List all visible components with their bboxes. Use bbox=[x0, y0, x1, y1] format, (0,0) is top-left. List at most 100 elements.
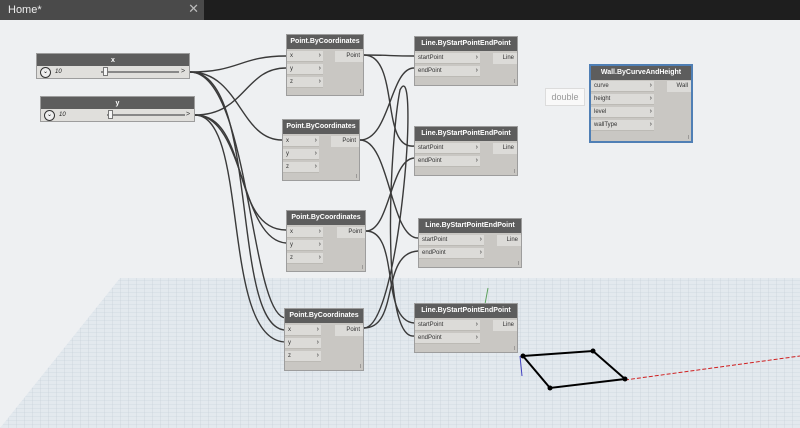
input-port-height[interactable]: height › bbox=[591, 94, 654, 105]
port-label: wallType bbox=[594, 122, 618, 128]
slider-row: ⌄ 10 > bbox=[41, 109, 194, 121]
wire bbox=[194, 114, 287, 231]
expand-toggle-icon[interactable]: ⌄ bbox=[44, 110, 55, 121]
wall-node[interactable]: Wall.ByCurveAndHeight curve › height › lev… bbox=[589, 64, 693, 143]
input-port-x[interactable]: x › bbox=[287, 227, 323, 238]
slider-track[interactable] bbox=[107, 114, 185, 116]
port-label: endPoint bbox=[422, 250, 446, 256]
input-port-startpoint[interactable]: startPoint › bbox=[419, 235, 484, 246]
input-port-endpoint[interactable]: endPoint › bbox=[415, 66, 480, 77]
node-title: Wall.ByCurveAndHeight bbox=[591, 66, 691, 80]
wire bbox=[359, 139, 419, 239]
node-footer: l bbox=[355, 174, 357, 180]
input-port-z[interactable]: z › bbox=[285, 351, 321, 362]
port-label: startPoint bbox=[418, 55, 444, 61]
input-port-level[interactable]: level › bbox=[591, 107, 654, 118]
chevron-right-icon: › bbox=[318, 241, 321, 248]
output-port-point[interactable]: Point bbox=[337, 227, 365, 238]
chevron-right-icon: › bbox=[479, 249, 482, 256]
tab-bar: Home* ✕ bbox=[0, 0, 800, 20]
port-label: y bbox=[286, 151, 289, 157]
wire bbox=[189, 71, 287, 331]
input-port-endpoint[interactable]: endPoint › bbox=[419, 248, 484, 259]
input-port-startpoint[interactable]: startPoint › bbox=[415, 53, 480, 64]
slider-track[interactable] bbox=[101, 71, 179, 73]
port-label: z bbox=[290, 255, 293, 261]
port-label: startPoint bbox=[422, 237, 448, 243]
input-port-z[interactable]: z › bbox=[287, 77, 323, 88]
line-node-4[interactable]: Line.ByStartPointEndPoint startPoint › en… bbox=[414, 303, 518, 353]
port-label: height bbox=[594, 96, 611, 102]
wire bbox=[189, 71, 283, 141]
slider-thumb[interactable] bbox=[103, 67, 108, 76]
port-label: y bbox=[288, 340, 291, 346]
point-node-4[interactable]: Point.ByCoordinates x › y › z › Point l bbox=[284, 308, 364, 371]
point-node-1[interactable]: Point.ByCoordinates x › y › z › Point l bbox=[286, 34, 364, 96]
line-node-2[interactable]: Line.ByStartPointEndPoint startPoint › en… bbox=[414, 126, 518, 176]
slider-row: ⌄ 10 > bbox=[37, 66, 189, 78]
wire bbox=[363, 54, 415, 147]
chevron-right-icon: › bbox=[475, 67, 478, 74]
output-port-line[interactable]: Line bbox=[493, 320, 517, 331]
output-port-line[interactable]: Line bbox=[493, 143, 517, 154]
chevron-right-icon: › bbox=[318, 65, 321, 72]
node-title: Line.ByStartPointEndPoint bbox=[415, 37, 517, 51]
output-port-point[interactable]: Point bbox=[331, 136, 359, 147]
input-port-x[interactable]: x › bbox=[283, 136, 319, 147]
input-port-walltype[interactable]: wallType › bbox=[591, 120, 654, 131]
slider-node-x[interactable]: x ⌄ 10 > bbox=[36, 53, 190, 79]
line-node-1[interactable]: Line.ByStartPointEndPoint startPoint › en… bbox=[414, 36, 518, 86]
port-label: curve bbox=[594, 83, 609, 89]
chevron-right-icon: › bbox=[314, 150, 317, 157]
expand-toggle-icon[interactable]: ⌄ bbox=[40, 67, 51, 78]
node-footer: l bbox=[359, 89, 361, 95]
output-port-line[interactable]: Line bbox=[497, 235, 521, 246]
node-footer: l bbox=[513, 169, 515, 175]
slider-node-y[interactable]: y ⌄ 10 > bbox=[40, 96, 195, 122]
point-node-2[interactable]: Point.ByCoordinates x › y › z › Point l bbox=[282, 119, 360, 181]
input-port-z[interactable]: z › bbox=[283, 162, 319, 173]
chevron-right-icon: › bbox=[649, 108, 652, 115]
input-port-z[interactable]: z › bbox=[287, 253, 323, 264]
input-port-x[interactable]: x › bbox=[287, 51, 323, 62]
input-port-x[interactable]: x › bbox=[285, 325, 321, 336]
port-label: endPoint bbox=[418, 68, 442, 74]
port-label: x bbox=[290, 229, 293, 235]
output-port-wall[interactable]: Wall bbox=[667, 81, 691, 92]
output-port-point[interactable]: Point bbox=[335, 325, 363, 336]
line-node-3[interactable]: Line.ByStartPointEndPoint startPoint › en… bbox=[418, 218, 522, 268]
port-label: y bbox=[290, 242, 293, 248]
port-label: y bbox=[290, 66, 293, 72]
chevron-right-icon: › bbox=[649, 82, 652, 89]
input-port-y[interactable]: y › bbox=[287, 64, 323, 75]
graph-canvas[interactable]: x ⌄ 10 > y ⌄ 10 > Point.ByCoordinates x ›… bbox=[0, 20, 800, 428]
input-port-startpoint[interactable]: startPoint › bbox=[415, 320, 480, 331]
input-port-startpoint[interactable]: startPoint › bbox=[415, 143, 480, 154]
chevron-right-icon: › bbox=[479, 236, 482, 243]
input-port-y[interactable]: y › bbox=[283, 149, 319, 160]
input-port-y[interactable]: y › bbox=[285, 338, 321, 349]
point-node-3[interactable]: Point.ByCoordinates x › y › z › Point l bbox=[286, 210, 366, 272]
port-label: x bbox=[290, 53, 293, 59]
node-title: Line.ByStartPointEndPoint bbox=[415, 127, 517, 141]
close-icon[interactable]: ✕ bbox=[188, 0, 199, 20]
node-title: Point.ByCoordinates bbox=[285, 309, 363, 323]
chevron-right-icon: › bbox=[316, 352, 319, 359]
double-tooltip: double bbox=[545, 88, 585, 106]
output-port-point[interactable]: Point bbox=[335, 51, 363, 62]
chevron-right-icon: › bbox=[318, 52, 321, 59]
chevron-right-icon: › bbox=[318, 78, 321, 85]
slider-value: 10 bbox=[55, 69, 62, 75]
output-port-line[interactable]: Line bbox=[493, 53, 517, 64]
port-label: startPoint bbox=[418, 322, 444, 328]
input-port-y[interactable]: y › bbox=[287, 240, 323, 251]
output-port-icon[interactable]: > bbox=[182, 109, 194, 121]
input-port-endpoint[interactable]: endPoint › bbox=[415, 333, 480, 344]
tab-home[interactable]: Home* ✕ bbox=[0, 0, 204, 20]
node-footer: l bbox=[513, 346, 515, 352]
slider-thumb[interactable] bbox=[108, 110, 113, 119]
wire bbox=[359, 67, 415, 141]
input-port-endpoint[interactable]: endPoint › bbox=[415, 156, 480, 167]
input-port-curve[interactable]: curve › bbox=[591, 81, 654, 92]
output-port-icon[interactable]: > bbox=[177, 66, 189, 78]
